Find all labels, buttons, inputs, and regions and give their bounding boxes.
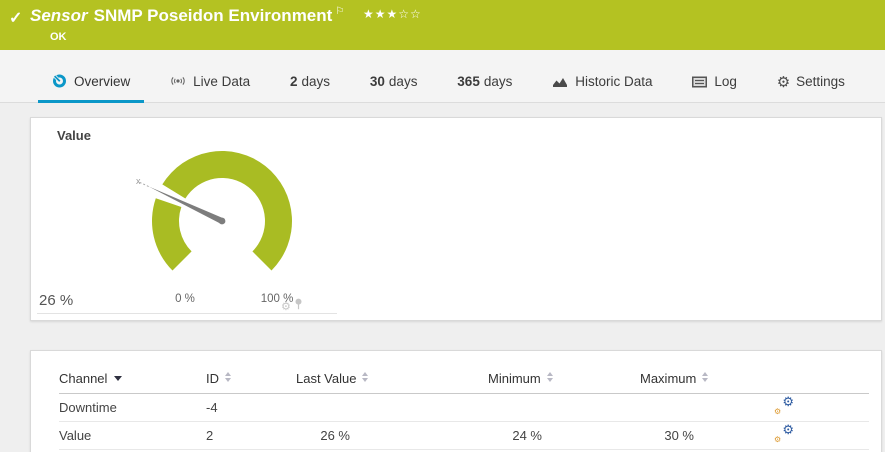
col-header-id[interactable]: ID — [206, 365, 296, 394]
gauge-settings-gear-icon[interactable]: ⚙ — [281, 301, 291, 313]
gauge-needle-marker: x — [136, 176, 141, 186]
spacer — [364, 393, 488, 422]
cell-actions: ⚙ ⚙ — [708, 421, 869, 450]
sensor-type-label: Sensor — [30, 6, 88, 25]
cell-last-value — [296, 393, 364, 422]
col-label: ID — [206, 371, 219, 387]
gear-small-icon: ⚙ — [774, 407, 782, 416]
cell-channel[interactable]: Downtime — [59, 393, 206, 422]
log-icon — [692, 63, 708, 104]
col-label: Maximum — [640, 371, 697, 387]
gauge-arc-low — [151, 198, 192, 271]
cell-id: 2 — [206, 421, 296, 450]
cell-maximum — [640, 393, 708, 422]
col-label: Last Value — [296, 371, 357, 387]
stars-empty: ☆☆ — [398, 7, 422, 21]
col-header-minimum[interactable]: Minimum — [488, 365, 556, 394]
channel-table-panel: Channel ID Last Value Minimum Maximum Do… — [30, 350, 882, 452]
tab-number: 30 — [369, 74, 385, 89]
table-row-downtime[interactable]: Downtime -4 ⚙ ⚙ — [59, 393, 869, 422]
tab-30-days[interactable]: 30 days — [356, 61, 432, 102]
sort-toggle-icon — [362, 372, 369, 383]
col-label: Channel — [59, 371, 108, 387]
gauge-current-value: 26 % — [39, 292, 74, 309]
channel-settings-gears-icon[interactable]: ⚙ ⚙ — [774, 394, 794, 416]
tab-number: 365 — [457, 74, 480, 89]
tab-365-days[interactable]: 365 days — [443, 61, 526, 102]
gauge-footer-icons: ⚙ — [281, 298, 303, 313]
table-header-row: Channel ID Last Value Minimum Maximum — [59, 365, 869, 394]
gauge-panel: Value x 0 % 100 % 26 % ⚙ — [30, 117, 882, 321]
cell-minimum: 24 % — [488, 421, 556, 450]
active-tab-underline — [38, 100, 145, 103]
status-ok-check-icon: ✓ — [9, 10, 23, 27]
gear-small-icon: ⚙ — [774, 435, 782, 444]
spacer — [556, 421, 640, 450]
gauge-min-label: 0 % — [175, 293, 195, 305]
col-label: Minimum — [488, 371, 541, 387]
sensor-title-line: Sensor SNMP Poseidon Environment ⚐ ★★★☆☆ — [30, 6, 422, 26]
spacer — [708, 365, 869, 394]
tab-2-days[interactable]: 2 days — [276, 61, 344, 102]
gauge-title: Value — [57, 128, 91, 143]
channel-table: Channel ID Last Value Minimum Maximum Do… — [59, 365, 869, 450]
value-gauge: x 0 % 100 % — [136, 151, 293, 305]
priority-stars[interactable]: ★★★☆☆ — [363, 7, 422, 21]
gear-icon: ⚙ — [776, 74, 791, 91]
tab-label: Overview — [74, 74, 131, 89]
tab-bar: Overview Live Data 2 days 30 days 365 days … — [0, 50, 885, 103]
tab-log[interactable]: Log — [678, 61, 751, 102]
col-header-channel[interactable]: Channel — [59, 365, 206, 394]
tab-label: Historic Data — [575, 74, 653, 89]
tab-label: days — [483, 74, 513, 89]
col-header-maximum[interactable]: Maximum — [640, 365, 709, 394]
prtg-sensor-page: ✓ Sensor SNMP Poseidon Environment ⚐ ★★★☆☆… — [0, 0, 885, 452]
tab-label: Log — [714, 74, 737, 89]
page-title: SNMP Poseidon Environment — [93, 6, 333, 25]
cell-channel[interactable]: Value — [59, 421, 206, 450]
tab-settings[interactable]: ⚙ Settings — [763, 61, 859, 102]
cell-last-value: 26 % — [296, 421, 364, 450]
sort-toggle-icon — [225, 372, 231, 383]
spacer — [364, 365, 488, 394]
sort-toggle-icon — [702, 372, 709, 383]
flag-icon[interactable]: ⚐ — [335, 6, 344, 17]
tab-number: 2 — [290, 74, 298, 89]
historic-chart-icon — [552, 63, 568, 104]
gear-big-icon: ⚙ — [782, 394, 794, 409]
cell-actions: ⚙ ⚙ — [708, 393, 869, 422]
tab-overview[interactable]: Overview — [38, 61, 145, 104]
cell-maximum: 30 % — [640, 421, 708, 450]
cell-id: -4 — [206, 393, 296, 422]
live-data-icon — [170, 63, 186, 104]
gauge-icon — [52, 63, 67, 104]
spacer — [556, 393, 640, 422]
gauge-divider — [37, 313, 337, 314]
spacer — [364, 421, 488, 450]
sort-toggle-icon — [546, 372, 553, 383]
tab-live-data[interactable]: Live Data — [156, 61, 264, 102]
cell-minimum — [488, 393, 556, 422]
spacer — [556, 365, 640, 394]
pin-icon[interactable] — [294, 298, 303, 313]
col-header-last-value[interactable]: Last Value — [296, 365, 369, 394]
status-badge: OK — [50, 31, 67, 43]
sort-desc-icon — [114, 376, 123, 382]
tab-label: Live Data — [193, 74, 251, 89]
tab-label: Settings — [796, 74, 845, 89]
stars-filled: ★★★ — [363, 7, 399, 21]
gear-big-icon: ⚙ — [782, 422, 794, 437]
tab-label: days — [301, 74, 331, 89]
gauge-hub — [218, 217, 226, 225]
table-row-value[interactable]: Value 2 26 % 24 % 30 % ⚙ ⚙ — [59, 421, 869, 450]
sensor-header: ✓ Sensor SNMP Poseidon Environment ⚐ ★★★☆☆… — [0, 0, 885, 50]
tab-historic-data[interactable]: Historic Data — [538, 61, 666, 102]
tab-label: days — [388, 74, 418, 89]
channel-settings-gears-icon[interactable]: ⚙ ⚙ — [774, 422, 794, 444]
